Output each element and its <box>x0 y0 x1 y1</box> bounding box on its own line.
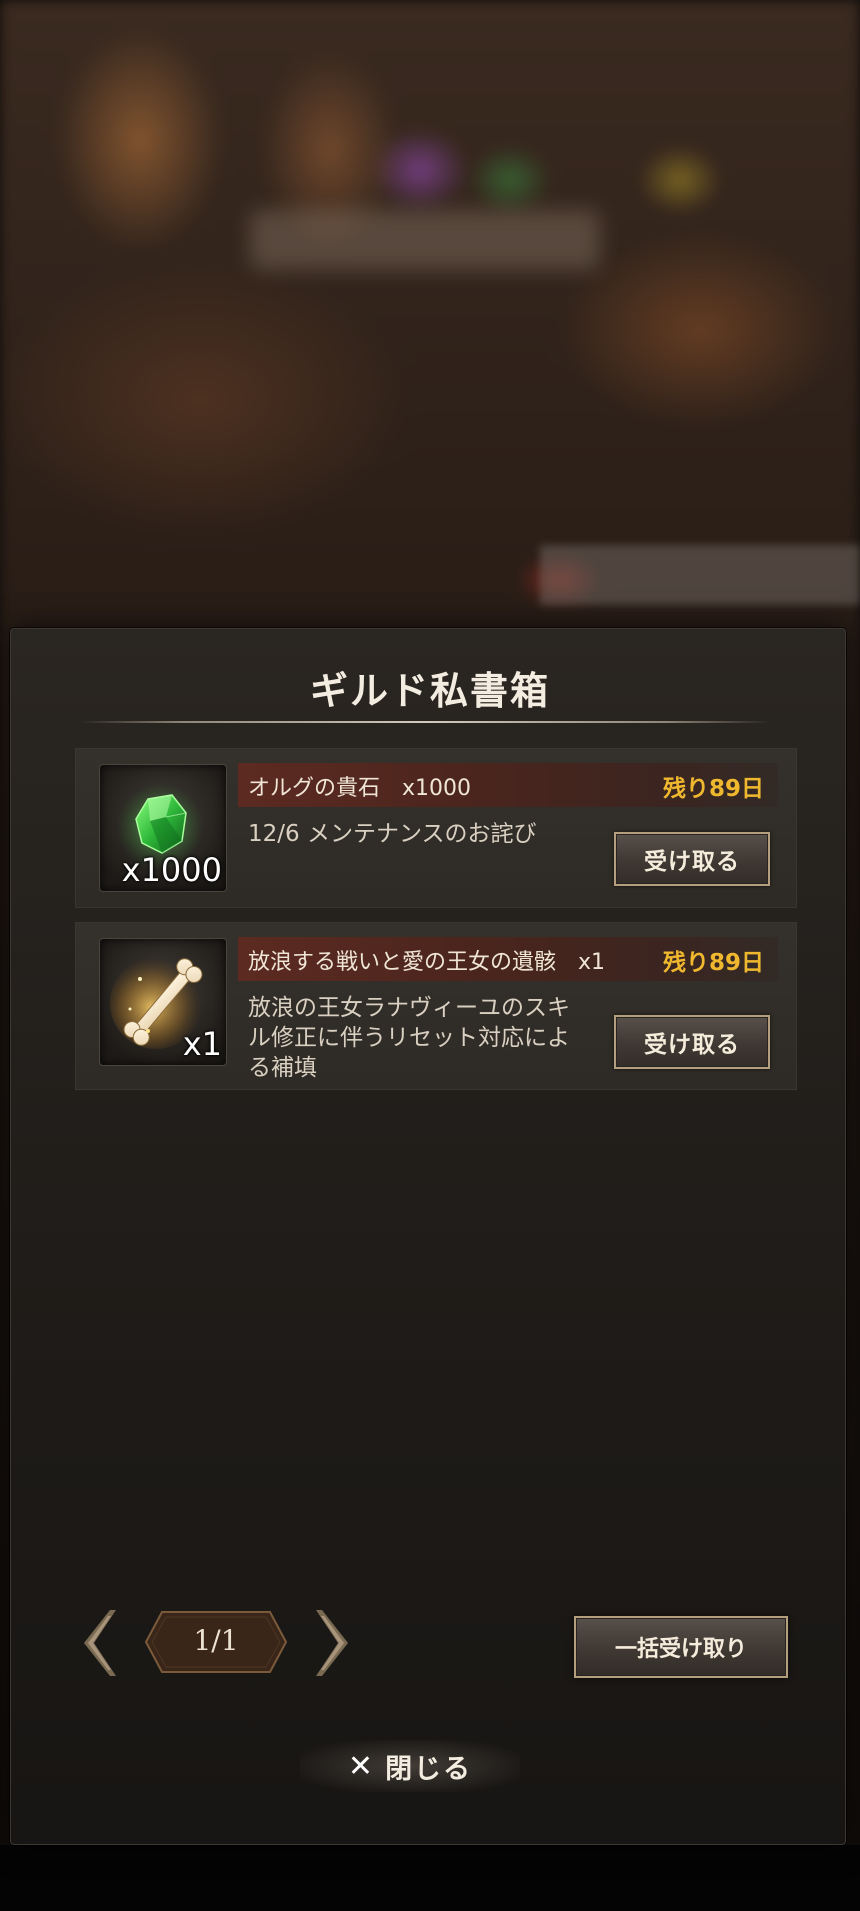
item-thumbnail: x1000 <box>99 764 227 892</box>
close-icon: ✕ <box>347 1748 374 1784</box>
dialog-title: ギルド私書箱 <box>309 669 550 713</box>
item-thumbnail: x1 <box>99 938 227 1066</box>
mail-item: x1000 オルグの貴石 x1000 残り89日 12/6 メンテナンスのお詫び… <box>75 748 797 908</box>
bottom-black-bar <box>0 1845 860 1911</box>
mail-description: 放浪の王女ラナヴィーユのスキル修正に伴うリセット対応による補填 <box>248 995 570 1081</box>
mail-description: 12/6 メンテナンスのお詫び <box>248 821 537 847</box>
close-button[interactable]: ✕ 閉じる <box>300 1740 520 1792</box>
close-label: 閉じる <box>385 1753 473 1785</box>
item-quantity: x1000 <box>121 851 222 889</box>
chevron-left-icon[interactable] <box>78 1608 118 1678</box>
mail-item: x1 放浪する戦いと愛の王女の遺骸 x1 残り89日 放浪の王女ラナヴィーユのス… <box>75 922 797 1090</box>
item-name: 放浪する戦いと愛の王女の遺骸 x1 <box>248 950 606 975</box>
blurred-background-strip <box>540 545 860 605</box>
remaining-days: 残り89日 <box>662 776 764 802</box>
item-name: オルグの貴石 x1000 <box>248 776 472 801</box>
item-quantity: x1 <box>182 1025 222 1063</box>
claim-all-button[interactable]: 一括受け取り <box>574 1616 788 1678</box>
title-divider <box>80 721 770 723</box>
remaining-days: 残り89日 <box>662 950 764 976</box>
page-number: 1/1 <box>193 1624 239 1657</box>
blurred-background-title <box>250 210 600 270</box>
claim-button[interactable]: 受け取る <box>614 1015 770 1069</box>
chevron-right-icon[interactable] <box>314 1608 354 1678</box>
claim-button[interactable]: 受け取る <box>614 832 770 886</box>
